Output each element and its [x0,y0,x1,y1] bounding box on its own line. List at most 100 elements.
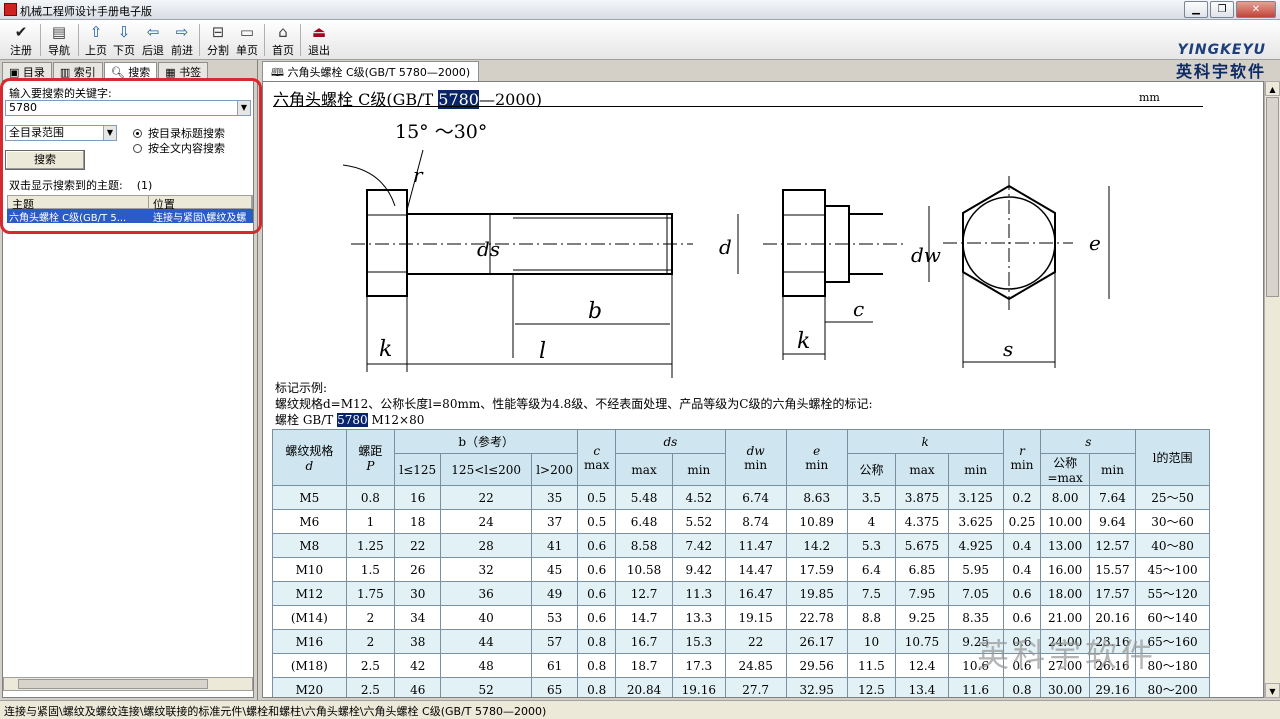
table-cell: 0.6 [1002,605,1042,630]
header-p: 螺距 P [345,429,396,486]
table-cell: 61 [530,653,579,678]
marking-example: 标记示例: 螺纹规格d=M12、公称长度l=80mm、性能等级为4.8级、不经表… [275,380,873,428]
table-cell: 3.875 [895,485,949,510]
table-cell: 7.5 [846,581,897,606]
table-cell: 18.7 [615,653,673,678]
table-cell: 0.6 [577,605,617,630]
radio-title-search[interactable]: 按目录标题搜索 [133,125,225,141]
table-cell: 6.48 [615,509,673,534]
table-cell: 22 [724,629,787,654]
document-tab[interactable]: 🕮︎ 六角头螺栓 C级(GB/T 5780—2000) [262,61,480,81]
chevron-down-icon[interactable]: ▼ [103,126,116,140]
table-cell: 3.125 [947,485,1004,510]
scroll-thumb[interactable] [18,679,208,689]
radio-unselected-icon [133,144,142,153]
chevron-down-icon[interactable]: ▼ [237,101,250,115]
minimize-button[interactable]: ▁ [1184,1,1208,18]
single-page-button[interactable]: ▭ 单页 [230,22,264,58]
result-row[interactable]: 六角头螺栓 C级(GB/T 5... 连接与紧固\螺纹及螺 [7,209,253,223]
table-cell: 14.2 [785,533,848,558]
single-page-icon: ▭ [239,23,255,41]
arrow-right-icon: ⇨ [175,23,189,41]
table-cell: 57 [530,629,579,654]
col-location[interactable]: 位置 [149,196,252,211]
svg-text:r: r [413,163,424,187]
table-cell: 10.00 [1040,509,1090,534]
table-cell: 0.8 [577,629,617,654]
svg-text:ds: ds [477,237,500,261]
table-cell: 21.00 [1040,605,1090,630]
table-cell: 24.85 [724,653,787,678]
table-cell: 5.48 [615,485,673,510]
keyword-input[interactable]: 5780 ▼ [5,100,251,116]
close-button[interactable]: ✕ [1236,1,1276,18]
radio-fulltext-search[interactable]: 按全文内容搜索 [133,140,225,156]
table-cell: 38 [394,629,442,654]
vertical-scrollbar[interactable]: ▲ ▼ [1264,81,1280,698]
search-button[interactable]: 搜索 [5,150,85,170]
table-cell: 53 [530,605,579,630]
contents-icon: ▣ [9,66,23,79]
scope-select[interactable]: 全目录范围 ▼ [5,125,117,141]
exit-button[interactable]: ⏏ 退出 [302,22,336,58]
table-cell: 10.89 [785,509,848,534]
window-controls: ▁ ❐ ✕ [1184,1,1276,18]
horizontal-scrollbar[interactable] [3,677,253,691]
table-cell: 34 [394,605,442,630]
window-title: 机械工程师设计手册电子版 [20,5,152,18]
table-cell: 2 [345,629,396,654]
table-cell: 8.00 [1040,485,1090,510]
scroll-down-icon[interactable]: ▼ [1265,683,1280,698]
forward-button[interactable]: ⇨ 前进 [165,22,199,58]
table-cell: 1.5 [345,557,396,582]
table-cell: 40 [440,605,532,630]
svg-text:k: k [379,337,392,362]
table-cell: 42 [394,653,442,678]
header-dw: dw min [724,429,787,486]
col-topic[interactable]: 主题 [8,196,149,211]
tab-search[interactable]: 🔍︎ 搜索 [103,62,158,80]
document-icon: 🕮︎ [271,66,288,79]
title-bar: 机械工程师设计手册电子版 ▁ ❐ ✕ [0,0,1280,20]
home-button[interactable]: ⌂ 首页 [266,22,300,58]
navigate-button[interactable]: ▤ 导航 [42,22,76,58]
table-cell: 8.35 [947,605,1004,630]
maximize-button[interactable]: ❐ [1210,1,1234,18]
scroll-thumb[interactable] [1266,97,1279,297]
table-cell: 0.6 [577,581,617,606]
table-cell: 4.375 [895,509,949,534]
svg-text:c: c [853,297,864,321]
table-cell: M6 [272,509,347,534]
table-cell: 49 [530,581,579,606]
table-cell: 40～80 [1135,533,1210,558]
register-button[interactable]: ✔ 注册 [4,22,38,58]
table-row: M10 1.5 26 32 45 0.6 10.58 9.42 14.47 17.59 6.4 6.8… [272,557,1210,582]
table-cell: 8.74 [724,509,787,534]
example-title: 标记示例: [275,381,328,395]
table-cell: 19.16 [672,677,726,697]
table-cell: 29.56 [785,653,848,678]
tab-bookmarks[interactable]: ▦ 书签 [158,62,209,80]
document-view: 六角头螺栓 C级(GB/T 5780—2000) mm 15° ～30° r d… [262,81,1264,698]
tab-contents[interactable]: ▣ 目录 [2,62,52,80]
table-cell: 0.5 [577,509,617,534]
radio-selected-icon [133,129,142,138]
toolbar: ✔ 注册 ▤ 导航 ⇧ 上页 ⇩ 下页 ⇦ 后退 ⇨ 前进 ⊟ 分割 ▭ 单页 ⌂ 首页 ⏏ 退出 … [0,20,1280,81]
tab-index[interactable]: ▥ 索引 [52,62,103,80]
header-b: b（参考） [394,429,579,454]
table-cell: 55～120 [1135,581,1210,606]
table-cell: 11.47 [724,533,787,558]
table-cell: 16.00 [1040,557,1090,582]
table-cell: 0.5 [577,485,617,510]
table-cell: 29.16 [1088,677,1137,697]
table-cell: 5.52 [672,509,726,534]
home-icon: ⌂ [278,23,288,41]
table-cell: 8.8 [846,605,897,630]
table-cell: 20.84 [615,677,673,697]
left-tabs: ▣ 目录 ▥ 索引 🔍︎ 搜索 ▦ 书签 [2,62,209,80]
table-row: M5 0.8 16 22 35 0.5 5.48 4.52 6.74 8.63 3.5 3.875 3.… [272,485,1210,510]
scroll-up-icon[interactable]: ▲ [1265,81,1280,96]
table-cell: M20 [272,677,347,697]
table-cell: 35 [530,485,579,510]
table-cell: 48 [440,653,532,678]
